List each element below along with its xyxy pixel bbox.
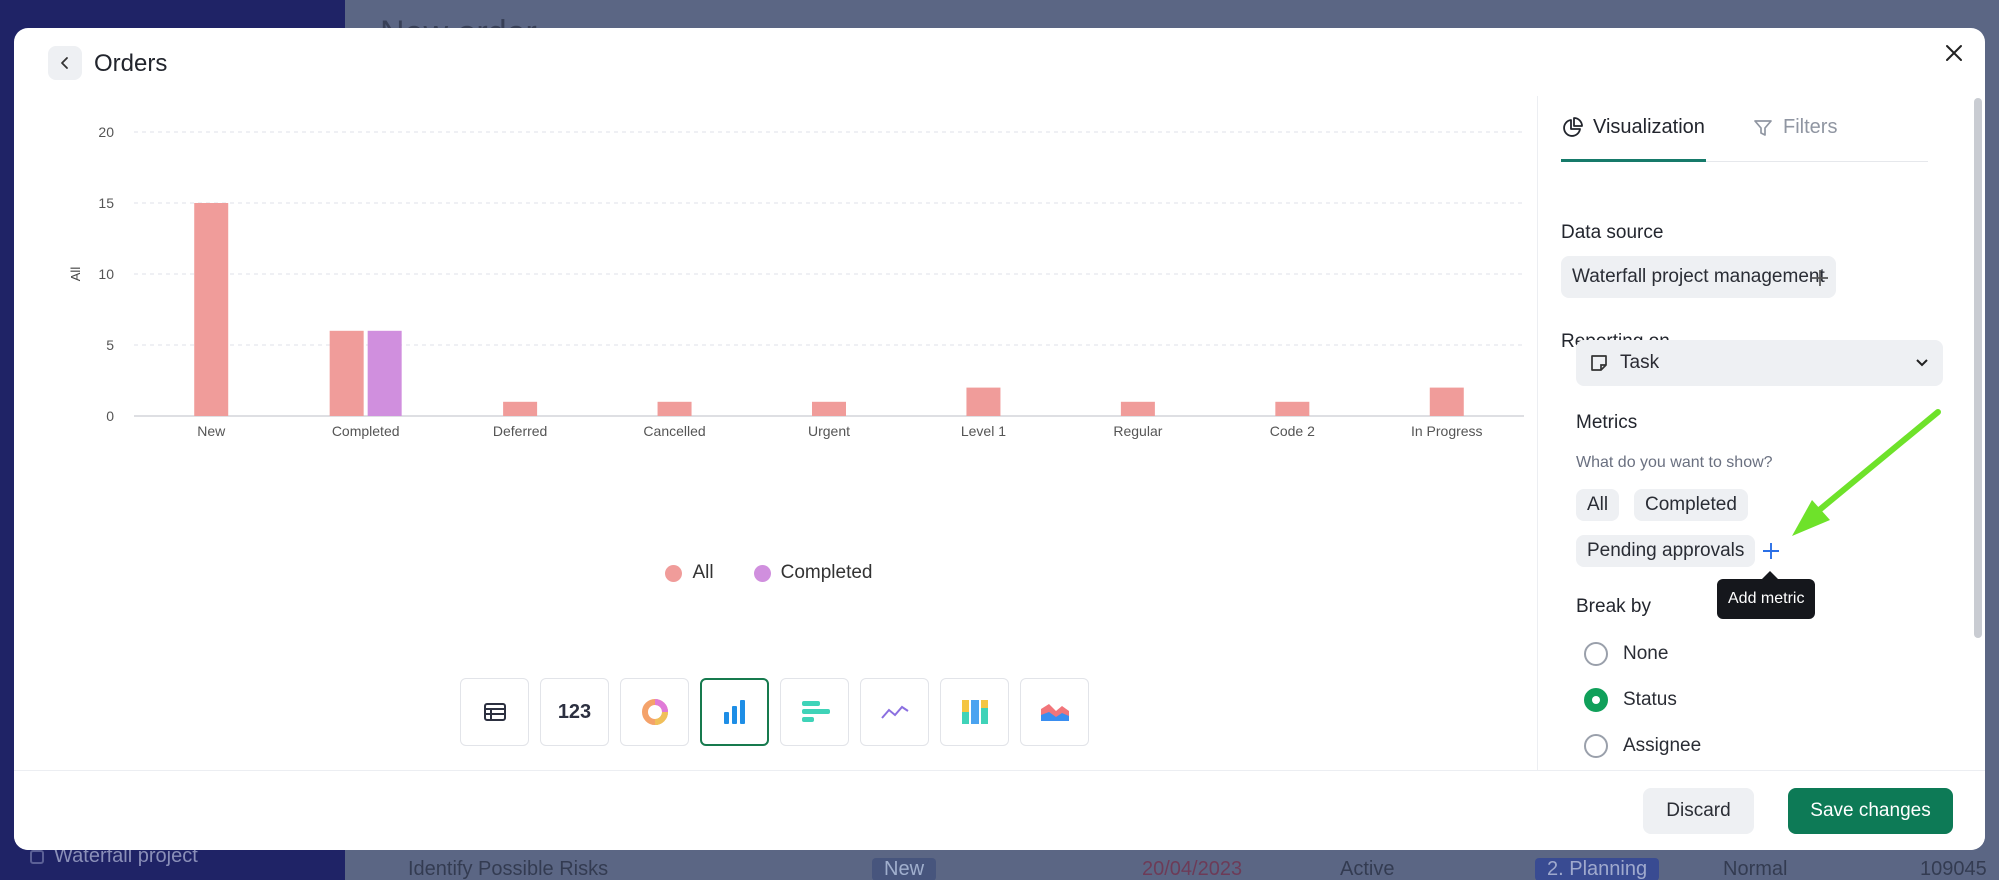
data-source-chip[interactable]: Waterfall project management: [1561, 256, 1836, 298]
active-tab-indicator: [1561, 159, 1706, 162]
break-by-option-none[interactable]: None: [1584, 642, 1668, 666]
bar-chart-svg: 0 5 10 15 20 All New Completed Deferred Cancelled…: [68, 124, 1524, 439]
panel-scrollbar[interactable]: [1974, 98, 1982, 638]
x-tick-label: Urgent: [808, 423, 850, 439]
data-source-label: Data source: [1561, 222, 1664, 243]
save-changes-button[interactable]: Save changes: [1788, 788, 1953, 834]
x-tick-label: Completed: [332, 423, 400, 439]
board-icon: [30, 849, 44, 864]
stacked-bar-chart-icon: [961, 700, 988, 724]
modal-header: Orders: [14, 28, 1985, 90]
chart-type-picker: 123: [460, 678, 1089, 746]
x-tick-label: Level 1: [961, 423, 1006, 439]
close-button[interactable]: [1939, 38, 1969, 68]
chart-type-bar[interactable]: [700, 678, 769, 746]
y-tick-label: 20: [98, 124, 114, 140]
area-chart-icon: [1040, 704, 1069, 721]
table-chart-icon: [483, 703, 506, 721]
y-tick-label: 15: [98, 195, 114, 211]
radio-none[interactable]: [1584, 642, 1608, 666]
horizontal-bar-chart-icon: [801, 701, 830, 722]
legend-swatch-completed: [753, 564, 771, 582]
chart-type-area[interactable]: [1020, 678, 1089, 746]
back-button[interactable]: [48, 46, 82, 80]
y-axis-label: All: [68, 267, 83, 282]
chevron-left-icon: [61, 57, 68, 69]
chart-legend: All Completed: [14, 562, 1524, 584]
chart-type-donut[interactable]: [620, 678, 689, 746]
metric-chip-all[interactable]: All: [1576, 489, 1620, 521]
x-tick-label: Code 2: [1270, 423, 1315, 439]
bar-all: [194, 203, 229, 416]
x-tick-label: Regular: [1113, 423, 1162, 439]
metrics-hint: What do you want to show?: [1576, 454, 1773, 471]
chart-type-horizontal-bar[interactable]: [780, 678, 849, 746]
break-by-option-status[interactable]: Status: [1584, 688, 1677, 712]
add-data-source-button[interactable]: [1808, 266, 1832, 290]
filter-icon: [1754, 119, 1772, 136]
break-by-label: Break by: [1576, 596, 1651, 617]
bar-all: [329, 330, 364, 416]
chart-type-number[interactable]: 123: [540, 678, 609, 746]
metrics-label: Metrics: [1576, 412, 1638, 433]
bar-all: [657, 401, 692, 416]
close-icon: [1946, 45, 1962, 61]
x-tick-label: Cancelled: [643, 423, 705, 439]
y-tick-label: 10: [98, 266, 114, 282]
reporting-on-select[interactable]: Task: [1576, 340, 1943, 386]
line-chart-icon: [880, 705, 909, 719]
chart-type-line[interactable]: [860, 678, 929, 746]
radio-assignee[interactable]: [1584, 734, 1608, 758]
discard-button[interactable]: Discard: [1643, 788, 1754, 834]
bar-all: [1120, 401, 1155, 416]
add-metric-tooltip: Add metric: [1717, 571, 1816, 619]
pie-chart-icon: [1563, 116, 1583, 137]
plus-icon: [1812, 270, 1828, 286]
bar-all: [1275, 401, 1310, 416]
background-table-row: Identify Possible Risks New 20/04/2023 A…: [408, 857, 1987, 880]
number-chart-icon: 123: [557, 700, 592, 723]
chart-type-stacked-bar[interactable]: [940, 678, 1009, 746]
legend-swatch-all: [665, 564, 683, 582]
chart-editor-modal: Orders 0 5 10 15 20 All New Completed Deferred Ca…: [14, 28, 1985, 850]
y-tick-label: 0: [106, 408, 114, 424]
bar-all: [812, 401, 846, 416]
bar-chart-icon: [723, 700, 745, 724]
task-icon: [1591, 355, 1607, 371]
legend-item-completed[interactable]: Completed: [753, 562, 873, 584]
x-tick-label: Deferred: [493, 423, 547, 439]
bar-all: [966, 387, 1001, 416]
legend-item-all[interactable]: All: [665, 562, 714, 584]
x-tick-label: New: [197, 423, 226, 439]
donut-chart-icon: [641, 699, 668, 725]
chevron-down-icon: [1916, 359, 1928, 367]
bar-completed: [367, 330, 402, 416]
modal-title: Orders: [94, 50, 168, 77]
y-tick-label: 5: [106, 337, 114, 353]
bar-all: [1429, 387, 1464, 416]
tab-filters[interactable]: Filters: [1753, 116, 1837, 139]
annotation-arrow: [1792, 409, 1941, 536]
bar-chart: 0 5 10 15 20 All New Completed Deferred Cancelled…: [54, 118, 1534, 558]
bar-all: [503, 401, 538, 416]
metric-chip-pending-approvals[interactable]: Pending approvals: [1576, 535, 1756, 567]
tab-visualization[interactable]: Visualization: [1561, 116, 1705, 139]
chart-type-table[interactable]: [460, 678, 529, 746]
panel-tabs: Visualization Filters: [1561, 96, 1928, 162]
radio-status[interactable]: [1584, 688, 1608, 712]
metric-chip-completed[interactable]: Completed: [1634, 489, 1748, 521]
break-by-option-assignee[interactable]: Assignee: [1584, 734, 1701, 758]
x-tick-label: In Progress: [1411, 423, 1483, 439]
